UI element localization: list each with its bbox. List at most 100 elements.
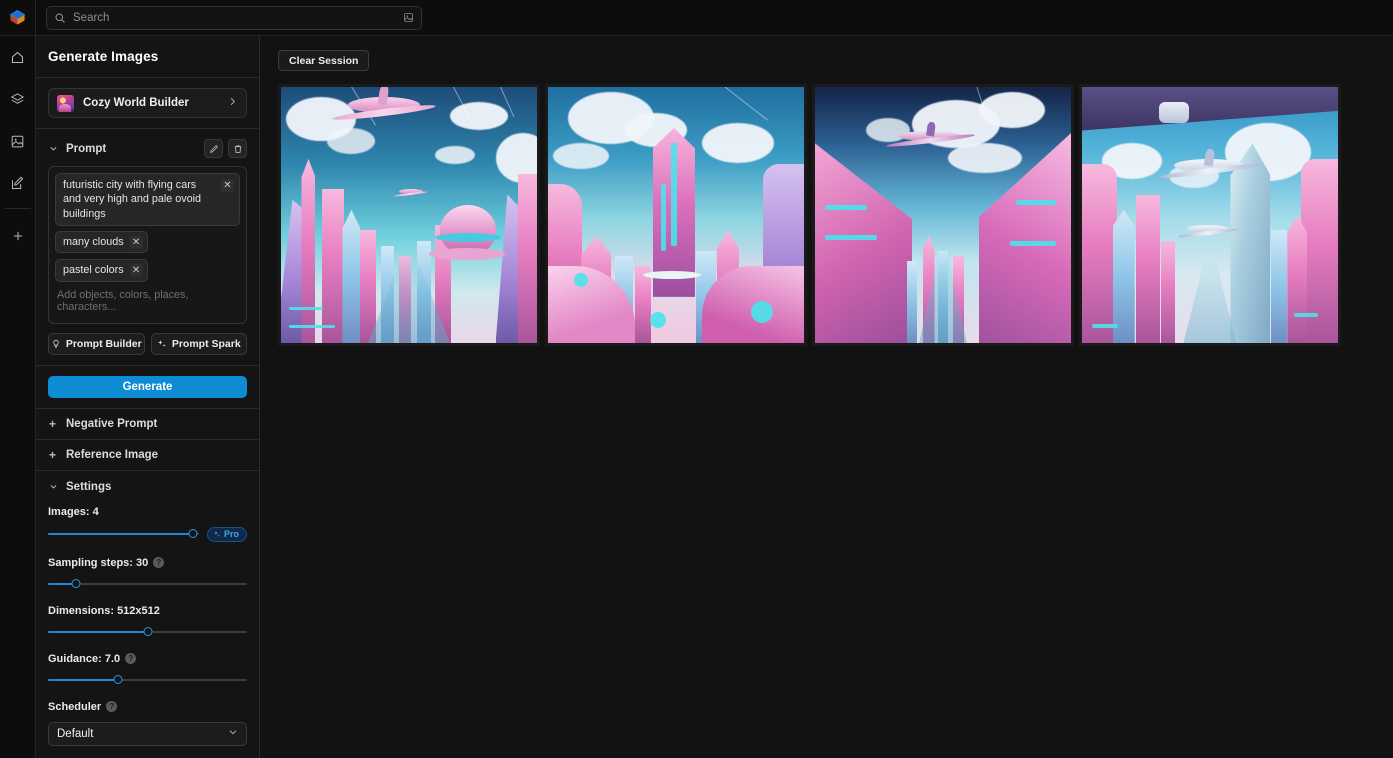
slider-knob[interactable] [188, 529, 198, 539]
chevron-down-icon [48, 144, 58, 153]
dimensions-label: Dimensions: 512x512 [48, 605, 247, 617]
images-slider[interactable] [48, 528, 199, 540]
dimensions-label-text: Dimensions: 512x512 [48, 604, 160, 617]
model-thumbnail [57, 94, 74, 112]
app-logo[interactable] [0, 0, 36, 36]
reference-image-label: Reference Image [66, 448, 159, 461]
pro-badge[interactable]: Pro [206, 526, 247, 542]
cube-diamond-logo-icon [9, 9, 26, 25]
guidance-slider-row [48, 674, 247, 686]
page-title: Generate Images [36, 36, 259, 78]
prompt-header[interactable]: Prompt [48, 139, 247, 158]
rail-item-images[interactable] [0, 120, 36, 162]
clear-session-button[interactable]: Clear Session [278, 50, 370, 71]
edit-square-icon [12, 176, 24, 189]
guidance-label-text: Guidance: 7.0 [48, 652, 121, 665]
generate-sidebar[interactable]: Generate Images Cozy World Builder Promp… [36, 36, 260, 758]
lightbulb-icon [53, 339, 59, 348]
slider-fill [48, 533, 193, 536]
prompt-chip-text: pastel colors [63, 264, 124, 277]
guidance-label: Guidance: 7.0 ? [48, 653, 247, 665]
prompt-builder-button[interactable]: Prompt Builder [48, 332, 145, 355]
scheduler-value: Default [57, 727, 94, 740]
guidance-slider[interactable] [48, 674, 247, 686]
prompt-input-placeholder[interactable]: Add objects, colors, places, characters.… [55, 287, 240, 315]
prompt-chip-row: many clouds ✕ pastel colors ✕ [55, 231, 240, 282]
rail-item-home[interactable] [0, 36, 36, 78]
sampling-steps-label: Sampling steps: 30 ? [48, 557, 247, 569]
slider-knob[interactable] [113, 674, 123, 684]
image-icon[interactable] [403, 12, 414, 23]
model-selector[interactable]: Cozy World Builder [48, 88, 247, 118]
close-icon[interactable]: ✕ [129, 264, 143, 278]
plus-icon: + [48, 447, 56, 462]
scheduler-select[interactable]: Default [48, 721, 247, 746]
generated-image[interactable] [812, 84, 1074, 346]
artwork [1082, 87, 1338, 343]
search-icon [54, 12, 66, 24]
artwork [281, 87, 537, 343]
settings-header[interactable]: Settings [48, 481, 247, 493]
reference-image-header[interactable]: + Reference Image [48, 448, 247, 462]
images-label-text: Images: 4 [48, 505, 99, 518]
sampling-steps-slider-row [48, 578, 247, 590]
prompt-edit-button[interactable] [204, 139, 223, 158]
question-icon[interactable]: ? [153, 557, 165, 569]
rail-item-add[interactable] [0, 215, 36, 257]
model-section: Cozy World Builder [36, 78, 259, 129]
negative-prompt-section: + Negative Prompt [36, 409, 259, 440]
search-input[interactable] [73, 11, 396, 24]
generated-image[interactable] [278, 84, 540, 346]
reference-image-section: + Reference Image [36, 440, 259, 471]
slider-fill [48, 678, 118, 681]
trash-icon [234, 145, 241, 153]
prompt-chip[interactable]: pastel colors ✕ [55, 259, 148, 282]
prompt-chip-main[interactable]: futuristic city with flying cars and ver… [55, 173, 240, 227]
generated-image[interactable] [545, 84, 807, 346]
pencil-icon [209, 144, 218, 153]
home-icon [11, 51, 24, 63]
slider-knob[interactable] [71, 578, 81, 588]
prompt-chip-text: many clouds [63, 236, 124, 249]
question-icon[interactable]: ? [125, 653, 137, 665]
close-icon[interactable]: ✕ [129, 236, 143, 250]
layers-icon [10, 92, 25, 104]
image-gallery [278, 84, 1393, 346]
sampling-steps-slider[interactable] [48, 578, 247, 590]
chevron-down-icon [228, 727, 238, 740]
negative-prompt-label: Negative Prompt [66, 417, 158, 430]
prompt-delete-button[interactable] [228, 139, 247, 158]
model-name: Cozy World Builder [83, 97, 189, 109]
prompt-actions [204, 139, 247, 158]
rail-item-layers[interactable] [0, 78, 36, 120]
sparkle-icon [213, 531, 220, 537]
dimensions-slider[interactable] [48, 626, 247, 638]
rail-nav [0, 36, 35, 257]
prompt-spark-button[interactable]: Prompt Spark [150, 332, 247, 355]
close-icon[interactable]: ✕ [221, 179, 234, 192]
generate-button[interactable]: Generate [48, 375, 247, 398]
results-canvas: Clear Session [260, 36, 1393, 758]
app-root: Generate Images Cozy World Builder [0, 0, 1393, 758]
question-icon[interactable]: ? [106, 701, 118, 713]
negative-prompt-header[interactable]: + Negative Prompt [48, 417, 247, 431]
image-icon [11, 135, 24, 147]
chevron-right-icon [227, 96, 238, 110]
prompt-section: Prompt futuristic city with flying cars … [36, 129, 259, 366]
main-column: Generate Images Cozy World Builder [36, 0, 1393, 758]
generated-image[interactable] [1079, 84, 1341, 346]
prompt-spark-label: Prompt Spark [171, 337, 241, 350]
prompt-chip-text: futuristic city with flying cars and ver… [63, 179, 202, 220]
generate-section: Generate [36, 366, 259, 409]
settings-label: Settings [66, 480, 112, 493]
rail-divider [4, 208, 31, 209]
search-bar[interactable] [46, 5, 422, 30]
rail-item-edit[interactable] [0, 162, 36, 204]
prompt-composer[interactable]: futuristic city with flying cars and ver… [48, 166, 247, 324]
slider-knob[interactable] [143, 626, 152, 636]
prompt-chip[interactable]: many clouds ✕ [55, 231, 148, 254]
plus-icon [13, 231, 22, 241]
dimensions-slider-row [48, 626, 247, 638]
settings-section: Settings Images: 4 Pro Sampling steps: 3… [36, 471, 259, 758]
plus-icon: + [48, 416, 56, 431]
